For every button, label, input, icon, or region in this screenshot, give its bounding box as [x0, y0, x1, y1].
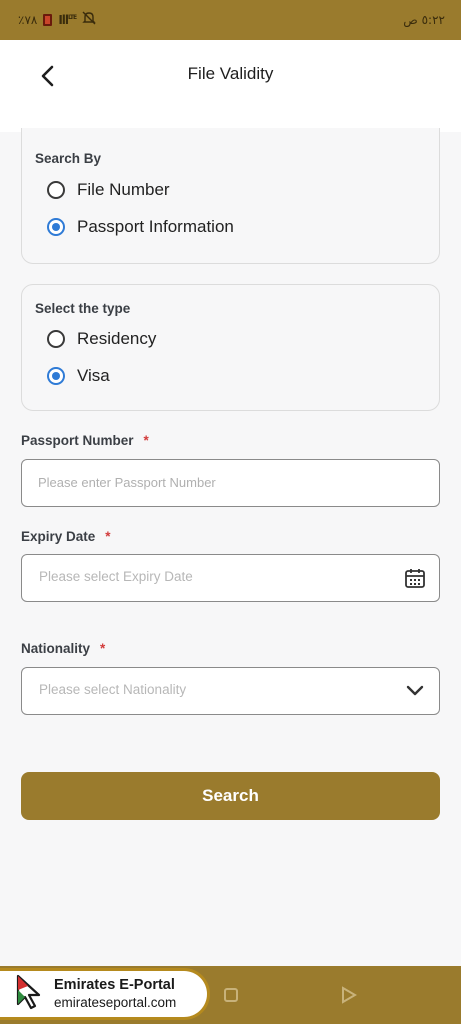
status-left: ٪٧٨ IllLTE — [18, 11, 96, 29]
expiry-date-label: Expiry Date * — [21, 529, 111, 544]
passport-number-input[interactable] — [38, 460, 398, 505]
required-mark: * — [105, 529, 111, 544]
expiry-date-placeholder: Please select Expiry Date — [39, 569, 193, 584]
select-type-label: Select the type — [35, 301, 131, 316]
search-button[interactable]: Search — [21, 772, 440, 820]
radio-checked-icon — [47, 218, 65, 236]
radio-label-residency: Residency — [77, 329, 157, 348]
nationality-label: Nationality * — [21, 641, 106, 656]
radio-label-passport-information: Passport Information — [77, 217, 234, 236]
status-time: ٥:٢٢ ص — [403, 13, 445, 27]
watermark-url: emirateseportal.com — [54, 995, 177, 1010]
chevron-down-icon[interactable] — [403, 679, 427, 703]
nationality-select[interactable]: Please select Nationality — [21, 667, 440, 715]
required-mark: * — [143, 433, 149, 448]
radio-file-number[interactable]: File Number — [47, 180, 170, 200]
signal-icon: IllLTE — [58, 13, 77, 27]
app-header: File Validity — [0, 40, 461, 132]
radio-icon — [47, 181, 65, 199]
radio-residency[interactable]: Residency — [47, 329, 156, 349]
search-by-card: Search By File Number Passport Informati… — [21, 128, 440, 264]
search-by-label: Search By — [35, 151, 102, 166]
watermark-text: Emirates E-Portal emirateseportal.com — [54, 977, 176, 1011]
page-title: File Validity — [187, 64, 274, 83]
radio-passport-information[interactable]: Passport Information — [47, 217, 234, 237]
nationality-placeholder: Please select Nationality — [39, 682, 187, 697]
radio-visa[interactable]: Visa — [47, 366, 110, 386]
radio-label-visa: Visa — [77, 366, 110, 385]
radio-checked-icon — [47, 367, 65, 385]
watermark-title: Emirates E-Portal — [54, 977, 175, 993]
watermark-badge: Emirates E-Portal emirateseportal.com — [0, 968, 210, 1020]
battery-icon — [43, 14, 53, 26]
status-bar: ٪٧٨ IllLTE ٥:٢٢ ص — [0, 0, 461, 40]
radio-icon — [47, 330, 65, 348]
radio-label-file-number: File Number — [77, 180, 170, 199]
muted-bell-icon — [82, 11, 96, 29]
required-mark: * — [100, 641, 106, 656]
passport-number-field[interactable] — [21, 459, 440, 507]
calendar-icon[interactable] — [403, 566, 427, 590]
passport-number-label: Passport Number * — [21, 433, 149, 448]
battery-percent: ٪٧٨ — [18, 13, 38, 27]
expiry-date-field[interactable]: Please select Expiry Date — [21, 554, 440, 602]
cursor-logo-icon — [14, 974, 44, 1014]
home-icon[interactable] — [224, 988, 238, 1002]
select-type-card: Select the type Residency Visa — [21, 284, 440, 411]
back-triangle-icon[interactable] — [340, 986, 358, 1008]
